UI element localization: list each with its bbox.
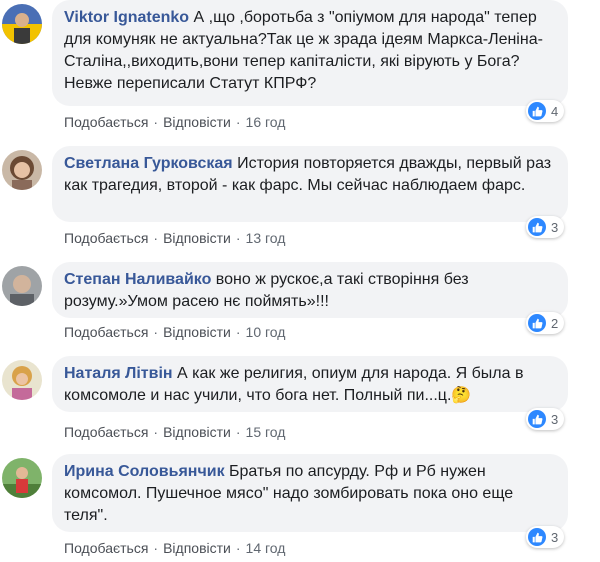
comment-bubble: Степан Наливайко воно ж рускоє,а такі ст… — [52, 262, 568, 318]
comment-bubble: Светлана Гурковская История повторяется … — [52, 146, 568, 222]
comment-list: Viktor Ignatenko А ,що ,боротьба з "опіу… — [0, 0, 600, 562]
reaction-count-badge[interactable]: 2 — [526, 312, 565, 334]
comment-bubble: Наталя Літвін А как же религия, опиум дл… — [52, 356, 568, 412]
author-name[interactable]: Наталя Літвін — [64, 365, 173, 382]
like-button[interactable]: Подобається — [64, 230, 148, 246]
reaction-count-badge[interactable]: 3 — [526, 526, 565, 548]
avatar-image-icon — [2, 150, 42, 190]
avatar[interactable] — [2, 458, 42, 498]
reply-button[interactable]: Відповісти — [163, 230, 231, 246]
timestamp[interactable]: 10 год — [246, 324, 286, 340]
like-button[interactable]: Подобається — [64, 114, 148, 130]
timestamp[interactable]: 14 год — [246, 540, 286, 556]
avatar-image-icon — [2, 360, 42, 400]
avatar-image-icon — [2, 4, 42, 44]
timestamp[interactable]: 15 год — [246, 424, 286, 440]
reaction-count: 2 — [551, 315, 559, 331]
timestamp[interactable]: 13 год — [246, 230, 286, 246]
avatar[interactable] — [2, 266, 42, 306]
comment-actions: Подобається · Відповісти · 10 год — [64, 324, 286, 340]
avatar[interactable] — [2, 150, 42, 190]
avatar[interactable] — [2, 360, 42, 400]
thumbs-up-icon — [528, 410, 546, 428]
comment-actions: Подобається · Відповісти · 16 год — [64, 114, 286, 130]
comment-bubble: Viktor Ignatenko А ,що ,боротьба з "опіу… — [52, 0, 568, 106]
thumbs-up-icon — [528, 528, 546, 546]
reaction-count: 4 — [551, 103, 559, 119]
author-name[interactable]: Ирина Соловьянчик — [64, 463, 225, 480]
timestamp[interactable]: 16 год — [246, 114, 286, 130]
avatar-image-icon — [2, 458, 42, 498]
thumbs-up-icon — [528, 218, 546, 236]
reply-button[interactable]: Відповісти — [163, 540, 231, 556]
comment-actions: Подобається · Відповісти · 15 год — [64, 424, 286, 440]
author-name[interactable]: Светлана Гурковская — [64, 155, 233, 172]
reply-button[interactable]: Відповісти — [163, 114, 231, 130]
reaction-count-badge[interactable]: 3 — [526, 408, 565, 430]
like-button[interactable]: Подобається — [64, 540, 148, 556]
avatar-image-icon — [2, 266, 42, 306]
reaction-count: 3 — [551, 529, 559, 545]
reaction-count-badge[interactable]: 3 — [526, 216, 565, 238]
author-name[interactable]: Viktor Ignatenko — [64, 9, 189, 26]
like-button[interactable]: Подобається — [64, 424, 148, 440]
thumbs-up-icon — [528, 102, 546, 120]
reply-button[interactable]: Відповісти — [163, 424, 231, 440]
reaction-count-badge[interactable]: 4 — [526, 100, 565, 122]
author-name[interactable]: Степан Наливайко — [64, 271, 211, 288]
avatar[interactable] — [2, 4, 42, 44]
reaction-count: 3 — [551, 219, 559, 235]
comment-actions: Подобається · Відповісти · 13 год — [64, 230, 286, 246]
comment-actions: Подобається · Відповісти · 14 год — [64, 540, 286, 556]
comment-bubble: Ирина Соловьянчик Братья по апсурду. Рф … — [52, 454, 568, 532]
thumbs-up-icon — [528, 314, 546, 332]
reaction-count: 3 — [551, 411, 559, 427]
reply-button[interactable]: Відповісти — [163, 324, 231, 340]
like-button[interactable]: Подобається — [64, 324, 148, 340]
